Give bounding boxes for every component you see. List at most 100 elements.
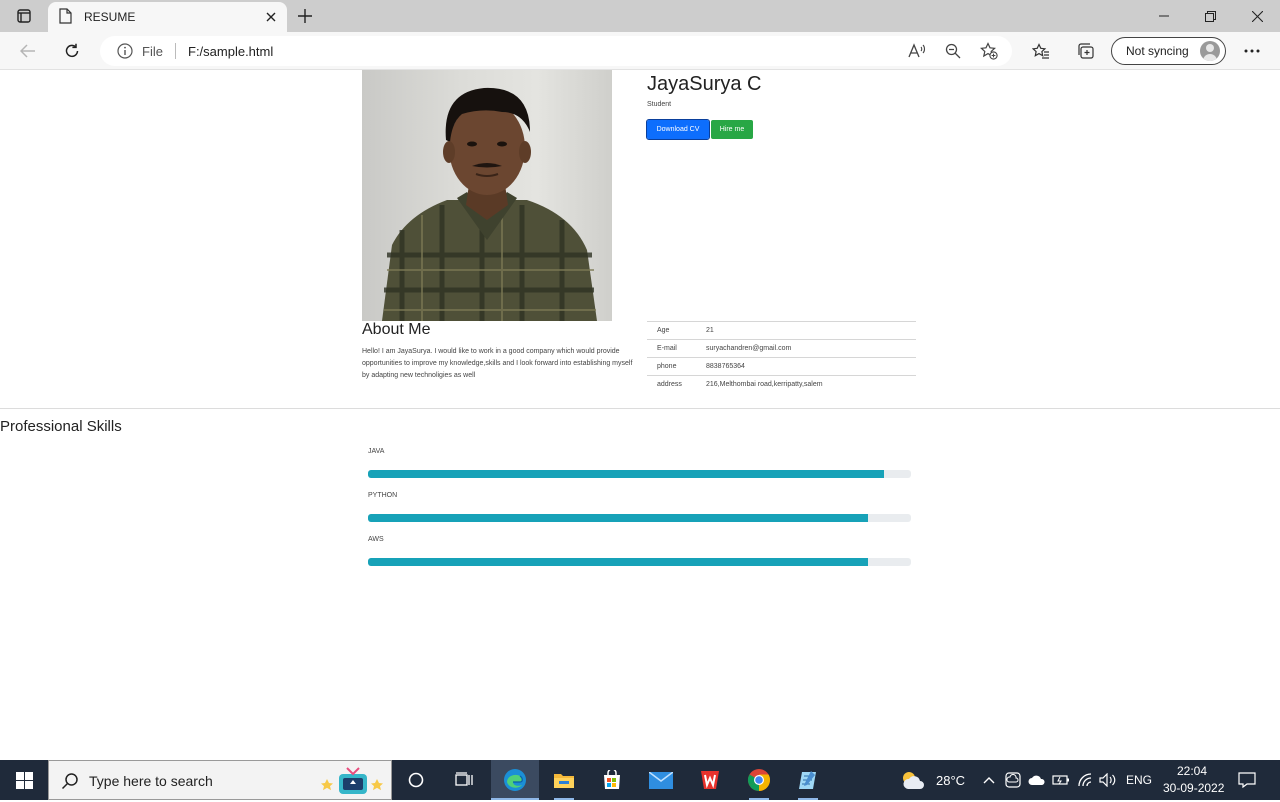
skill-fill-aws <box>368 558 868 566</box>
address-scheme-label: File <box>142 44 163 59</box>
cortana-icon <box>408 772 424 788</box>
mail-button[interactable] <box>637 760 685 800</box>
skill-fill-java <box>368 470 884 478</box>
refresh-button[interactable] <box>58 37 86 65</box>
info-icon[interactable] <box>117 43 133 64</box>
back-button[interactable] <box>14 37 42 65</box>
task-view-button[interactable] <box>440 760 488 800</box>
avatar <box>1200 41 1220 61</box>
table-row: phone 8838765364 <box>647 357 916 376</box>
more-icon <box>1244 49 1260 53</box>
about-text: Hello! I am JayaSurya. I would like to w… <box>362 348 633 379</box>
cortana-button[interactable] <box>392 760 440 800</box>
search-placeholder: Type here to search <box>89 773 213 789</box>
battery-button[interactable] <box>1051 760 1071 800</box>
table-row: address 216,Melthombai road,kerripatty,s… <box>647 375 916 394</box>
refresh-icon <box>65 43 79 58</box>
settings-more-button[interactable] <box>1238 37 1266 65</box>
info-key: address <box>647 375 706 394</box>
onedrive-button[interactable] <box>1027 760 1047 800</box>
task-view-icon <box>455 772 473 786</box>
notifications-button[interactable] <box>1232 760 1262 800</box>
address-separator <box>175 43 176 59</box>
taskbar-search-box[interactable]: Type here to search <box>48 760 392 800</box>
info-key: Age <box>647 321 706 340</box>
about-heading: About Me <box>362 321 431 338</box>
clock-date[interactable]: 30-09-2022 <box>1163 781 1224 795</box>
notepad-button[interactable] <box>784 760 832 800</box>
start-button[interactable] <box>0 760 48 800</box>
partly-cloudy-icon <box>903 772 924 789</box>
mail-icon <box>649 771 673 789</box>
add-favorite-icon[interactable] <box>980 42 998 60</box>
restore-button[interactable] <box>1187 0 1233 32</box>
info-value: suryachandren@gmail.com <box>706 339 916 358</box>
table-row: E-mail suryachandren@gmail.com <box>647 339 916 358</box>
skills-heading: Professional Skills <box>0 418 122 435</box>
skill-bar-python <box>368 514 911 522</box>
language-indicator[interactable]: ENG <box>1126 773 1152 787</box>
page-content: JayaSurya C Student Download CV Hire me … <box>0 70 1280 760</box>
section-divider <box>0 408 1280 409</box>
edge-icon <box>504 769 526 791</box>
minimize-button[interactable] <box>1141 0 1187 32</box>
profile-photo <box>362 70 612 321</box>
skill-label-aws: AWS <box>368 536 384 543</box>
tab-close-button[interactable] <box>262 8 280 26</box>
chrome-icon <box>748 769 770 791</box>
skill-label-python: PYTHON <box>368 492 398 499</box>
browser-tab[interactable]: RESUME <box>48 2 287 32</box>
edge-taskbar-button[interactable] <box>491 760 539 800</box>
profile-sync-button[interactable]: Not syncing <box>1111 37 1226 65</box>
skill-bar-java <box>368 470 911 478</box>
hire-me-button[interactable]: Hire me <box>711 120 753 139</box>
onedrive-sync-button[interactable] <box>1003 760 1023 800</box>
folder-icon <box>554 774 574 788</box>
temperature-label[interactable]: 28°C <box>936 773 965 788</box>
resume-role: Student <box>647 101 672 108</box>
address-bar[interactable]: File F:/sample.html <box>100 36 1012 66</box>
download-cv-button[interactable]: Download CV <box>646 119 710 140</box>
plus-icon <box>298 9 312 23</box>
personal-info-table: Age 21 E-mail suryachandren@gmail.com ph… <box>647 321 916 394</box>
info-value: 216,Melthombai road,kerripatty,salem <box>706 375 916 394</box>
close-icon <box>266 12 276 22</box>
weather-button[interactable] <box>898 760 928 800</box>
favorites-icon <box>1032 43 1049 59</box>
zoom-out-icon[interactable] <box>944 42 962 60</box>
search-highlight-icon <box>321 765 385 802</box>
wps-icon <box>701 771 719 789</box>
wifi-icon <box>1078 773 1092 787</box>
clock-time[interactable]: 22:04 <box>1177 764 1207 778</box>
store-button[interactable] <box>588 760 636 800</box>
skill-label-java: JAVA <box>368 448 385 455</box>
windows-logo-icon <box>15 771 33 789</box>
network-button[interactable] <box>1075 760 1095 800</box>
wps-office-button[interactable] <box>686 760 734 800</box>
read-aloud-icon[interactable] <box>908 42 926 60</box>
collections-icon <box>1078 43 1094 59</box>
info-value: 21 <box>706 321 916 340</box>
url-text[interactable]: F:/sample.html <box>188 44 273 59</box>
browser-toolbar: File F:/sample.html Not syncing <box>0 32 1280 70</box>
notification-icon <box>1238 772 1256 788</box>
collections-button[interactable] <box>1071 37 1099 65</box>
skill-fill-python <box>368 514 868 522</box>
file-explorer-button[interactable] <box>540 760 588 800</box>
back-arrow-icon <box>20 44 35 58</box>
chrome-button[interactable] <box>735 760 783 800</box>
cloud-icon <box>1028 775 1045 785</box>
volume-button[interactable] <box>1098 760 1118 800</box>
tab-actions-button[interactable] <box>8 5 40 27</box>
windows-taskbar: Type here to search 28°C ENG 22:04 30-09… <box>0 760 1280 800</box>
show-hidden-icons-button[interactable] <box>980 760 998 800</box>
new-tab-button[interactable] <box>293 5 317 27</box>
minimize-icon <box>1159 15 1169 17</box>
chevron-up-icon <box>983 777 995 784</box>
close-window-button[interactable] <box>1234 0 1280 32</box>
sync-status-label: Not syncing <box>1126 44 1189 58</box>
speaker-icon <box>1099 773 1116 787</box>
close-icon <box>1251 10 1263 22</box>
favorites-button[interactable] <box>1027 37 1055 65</box>
restore-icon <box>1204 10 1216 22</box>
